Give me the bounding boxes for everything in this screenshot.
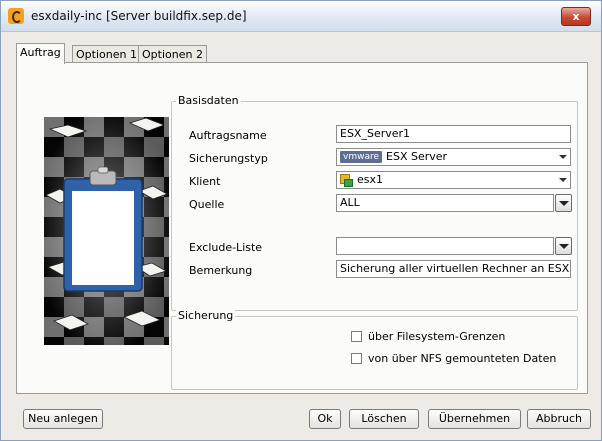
- basisdaten-group-label: Basisdaten: [176, 94, 241, 107]
- klient-label: Klient: [189, 175, 221, 188]
- tab-optionen-2[interactable]: Optionen 2: [138, 45, 207, 63]
- window-title: esxdaily-inc [Server buildfix.sep.de]: [31, 9, 247, 23]
- dialog-window: esxdaily-inc [Server buildfix.sep.de] x …: [0, 0, 602, 441]
- close-button[interactable]: x: [561, 7, 591, 26]
- chevron-down-icon: [559, 155, 567, 159]
- klient-value: esx1: [357, 173, 384, 186]
- app-icon: [8, 8, 24, 24]
- filesystem-grenzen-label: über Filesystem-Grenzen: [368, 330, 506, 343]
- chevron-down-icon: [559, 178, 567, 182]
- neu-anlegen-button[interactable]: Neu anlegen: [23, 409, 103, 429]
- quelle-input[interactable]: ALL: [336, 194, 554, 212]
- bemerkung-label: Bemerkung: [189, 264, 253, 277]
- sicherung-group: Sicherung über Filesystem-Grenzen von üb…: [171, 309, 578, 390]
- exclude-liste-input[interactable]: [336, 237, 554, 255]
- quelle-label: Quelle: [189, 198, 225, 211]
- tab-panel-auftrag: Basisdaten Auftragsname ESX_Server1 Sich…: [16, 62, 588, 394]
- ok-button[interactable]: Ok: [309, 409, 341, 429]
- tab-auftrag[interactable]: Auftrag: [16, 43, 65, 64]
- sicherungstyp-value: ESX Server: [386, 150, 448, 163]
- checkerboard-image: [44, 117, 169, 345]
- vmware-logo: vmware: [340, 151, 383, 163]
- exclude-liste-label: Exclude-Liste: [189, 241, 263, 254]
- title-bar[interactable]: esxdaily-inc [Server buildfix.sep.de] x: [1, 1, 601, 32]
- clipboard-illustration: [44, 117, 169, 345]
- tab-optionen-1[interactable]: Optionen 1: [72, 45, 141, 63]
- klient-dropdown[interactable]: esx1: [336, 171, 571, 189]
- sicherungstyp-label: Sicherungstyp: [189, 152, 268, 165]
- uebernehmen-button[interactable]: Übernehmen: [428, 409, 521, 429]
- client-icon: [340, 174, 353, 187]
- auftragsname-input[interactable]: ESX_Server1: [336, 125, 571, 143]
- auftragsname-label: Auftragsname: [189, 129, 267, 142]
- filesystem-grenzen-checkbox[interactable]: [351, 331, 362, 342]
- nfs-daten-checkbox[interactable]: [351, 353, 362, 364]
- quelle-dropdown-button[interactable]: [555, 194, 572, 212]
- exclude-liste-dropdown-button[interactable]: [555, 237, 572, 255]
- sicherung-group-label: Sicherung: [176, 309, 236, 322]
- basisdaten-group: Basisdaten Auftragsname ESX_Server1 Sich…: [171, 94, 578, 311]
- loeschen-button[interactable]: Löschen: [349, 409, 419, 429]
- sicherungstyp-dropdown[interactable]: vmware ESX Server: [336, 148, 571, 166]
- abbruch-button[interactable]: Abbruch: [527, 409, 591, 429]
- nfs-daten-label: von über NFS gemounteten Daten: [368, 352, 557, 365]
- bemerkung-input[interactable]: Sicherung aller virtuellen Rechner an ES…: [336, 260, 571, 278]
